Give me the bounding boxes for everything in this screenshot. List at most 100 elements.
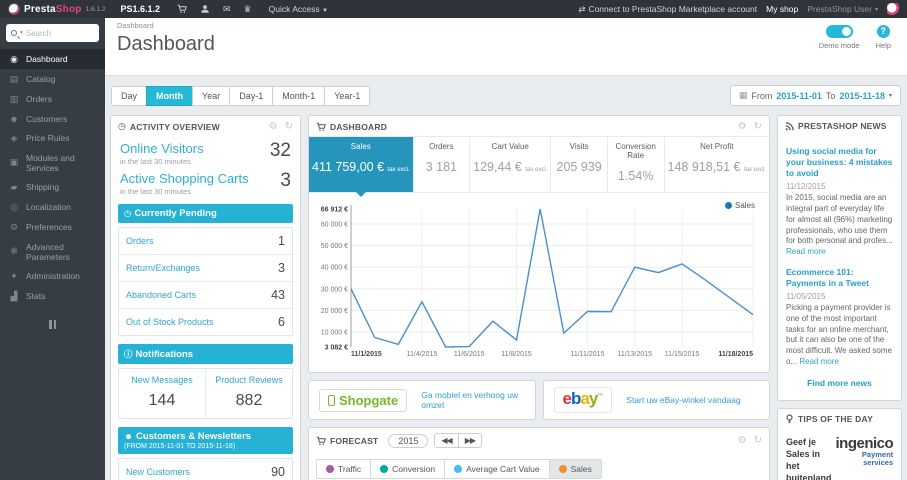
my-shop-link[interactable]: My shop [766, 4, 798, 14]
range-year-button[interactable]: Year [192, 85, 231, 106]
kpi-sales[interactable]: Sales 411 759,00 € tax excl. [309, 137, 413, 197]
chart-legend[interactable]: Sales [724, 201, 755, 210]
online-visitors-link[interactable]: Online Visitors [120, 141, 204, 156]
news-panel-title: PRESTASHOP NEWS [798, 121, 887, 131]
shopgate-banner[interactable]: Shopgate Ga mobiel en verhoog uw omzet [308, 380, 536, 420]
range-day-button[interactable]: Day [111, 85, 148, 106]
localization-icon: ◎ [10, 201, 18, 212]
sales-chart: Sales 66 912 € 60 000 € 50 000 € 40 000 € 30… [309, 193, 769, 372]
news-article-date: 11/12/2015 [786, 182, 826, 192]
stats-icon: ▟ [10, 290, 18, 301]
range-day-1-button[interactable]: Day-1 [229, 85, 274, 106]
customer-icon[interactable] [200, 4, 210, 14]
settings-gear-icon[interactable]: ⚙ [738, 121, 747, 132]
range-month-1-button[interactable]: Month-1 [272, 85, 326, 106]
sidebar-item-localization[interactable]: ◎ Localization [0, 197, 105, 217]
prestashop-logo[interactable]: PrestaShop 1.6.1.2 [8, 3, 105, 15]
trophy-icon[interactable]: ♛ [244, 4, 252, 15]
help-icon[interactable]: ? [876, 25, 890, 38]
sidebar-search[interactable]: ▾ [6, 24, 99, 42]
quick-access-menu[interactable]: Quick Access ▼ [269, 4, 328, 14]
chevron-down-icon: ▼ [322, 8, 328, 14]
svg-text:11/13/2015: 11/13/2015 [618, 351, 653, 358]
shopgate-link[interactable]: Ga mobiel en verhoog uw omzet [421, 390, 524, 410]
active-carts-link[interactable]: Active Shopping Carts [120, 171, 249, 186]
range-year-1-button[interactable]: Year-1 [324, 85, 371, 106]
forecast-panel-title: FORECAST [330, 435, 379, 446]
forecast-year-selector[interactable]: 2015 [388, 433, 429, 448]
sidebar-item-price-rules[interactable]: ◈ Price Rules [0, 128, 105, 148]
marketplace-connect-link[interactable]: ⇄ Connect to PrestaShop Marketplace accou… [578, 4, 757, 15]
svg-text:11/18/2015: 11/18/2015 [718, 351, 753, 358]
kpi-conversion-rate[interactable]: Conversion Rate 1.54% [606, 137, 664, 192]
shipping-icon: ▰ [10, 181, 18, 192]
svg-text:11/4/2015: 11/4/2015 [407, 351, 438, 358]
refresh-icon[interactable]: ↻ [285, 121, 293, 132]
new-messages-link[interactable]: New Messages [121, 375, 203, 385]
sidebar-item-dashboard[interactable]: ◉ Dashboard [0, 49, 105, 69]
notifications-grid: New Messages 144 Product Reviews 882 [118, 368, 293, 419]
administration-icon: ✦ [10, 270, 18, 281]
refresh-icon[interactable]: ↻ [754, 435, 762, 446]
forecast-legend-average-cart-value[interactable]: Average Cart Value [444, 459, 550, 479]
kpi-orders[interactable]: Orders 3 181 [412, 137, 470, 192]
rewind-icon[interactable]: ◀◀ [434, 433, 459, 448]
range-month-button[interactable]: Month [146, 85, 194, 106]
active-carts-stat: Active Shopping Carts in the last 30 min… [120, 170, 291, 196]
kpi-net-profit[interactable]: Net Profit 148 918,51 € tax excl. [663, 137, 770, 192]
forward-icon[interactable]: ▶▶ [457, 433, 483, 448]
sales-line-chart: 66 912 € 60 000 € 50 000 € 40 000 € 30 000 €… [321, 205, 754, 358]
forecast-panel: FORECAST 2015 ◀◀ ▶▶ ⚙ ↻ Traffic Conversio… [308, 427, 770, 480]
forecast-legend-traffic[interactable]: Traffic [316, 459, 372, 479]
traffic-dot-icon [326, 465, 334, 473]
sidebar-item-administration[interactable]: ✦ Administration [0, 266, 105, 286]
settings-gear-icon[interactable]: ⚙ [738, 435, 747, 446]
info-icon: ⓘ [124, 349, 133, 359]
sidebar-item-customers[interactable]: ☻ Customers [0, 109, 105, 128]
notifications-header: ⓘ Notifications [118, 344, 293, 364]
refresh-icon[interactable]: ↻ [754, 121, 762, 132]
product-reviews-link[interactable]: Product Reviews [208, 375, 290, 385]
settings-gear-icon[interactable]: ⚙ [269, 121, 278, 132]
svg-text:50 000 €: 50 000 € [321, 243, 348, 250]
search-scope-caret-icon[interactable]: ▾ [20, 30, 23, 36]
sidebar-item-catalog[interactable]: ▤ Catalog [0, 69, 105, 89]
user-menu[interactable]: PrestaShop User ▾ [807, 4, 878, 14]
date-range-picker[interactable]: ▦ From 2015-11-01 To 2015-11-18 ▾ [729, 85, 901, 106]
sidebar-collapse-button[interactable] [47, 320, 59, 329]
demo-mode-toggle[interactable] [825, 25, 853, 38]
dashboard-panel-title: DASHBOARD [330, 121, 388, 132]
news-article-link[interactable]: Using social media for your business: 4 … [786, 146, 893, 179]
activity-overview-panel: ◷ ACTIVITY OVERVIEW ⚙ ↻ Online Visitors i… [110, 115, 301, 480]
sidebar-menu: ◉ Dashboard ▤ Catalog ▥ Orders ☻ Customers ◈… [0, 49, 105, 306]
forecast-legend-conversion[interactable]: Conversion [370, 459, 446, 479]
search-input[interactable] [25, 28, 94, 38]
catalog-icon: ▤ [9, 73, 19, 84]
news-article: Ecommerce 101: Payments in a Tweet 11/05… [786, 266, 893, 366]
read-more-link[interactable]: Read more [786, 247, 826, 256]
ebay-link[interactable]: Start uw eBay-winkel vandaag [626, 395, 740, 405]
kpi-cart-value[interactable]: Cart Value 129,44 € tax excl. [469, 137, 550, 192]
demo-mode-label: Demo mode [818, 41, 860, 50]
sidebar-item-preferences[interactable]: ⚙ Preferences [0, 217, 105, 237]
cart-icon [316, 122, 326, 132]
svg-text:11/1/2015: 11/1/2015 [351, 351, 382, 358]
sidebar-item-stats[interactable]: ▟ Stats [0, 286, 105, 306]
user-avatar[interactable] [887, 3, 899, 15]
messages-icon[interactable]: ✉ [223, 4, 231, 15]
search-icon [11, 30, 17, 36]
cart-icon[interactable] [177, 4, 187, 14]
active-carts-value: 3 [280, 170, 291, 191]
sidebar-item-shipping[interactable]: ▰ Shipping [0, 177, 105, 197]
sidebar-item-orders[interactable]: ▥ Orders [0, 89, 105, 109]
activity-panel-title: ACTIVITY OVERVIEW [129, 121, 220, 132]
news-article-link[interactable]: Ecommerce 101: Payments in a Tweet [786, 267, 893, 289]
forecast-legend-sales[interactable]: Sales [548, 459, 602, 479]
find-more-news-link[interactable]: Find more news [786, 378, 893, 388]
date-range-toolbar: Day Month Year Day-1 Month-1 Year-1 ▦ Fr… [105, 76, 907, 108]
sidebar-item-modules[interactable]: ▣ Modules and Services [0, 148, 105, 177]
ebay-banner[interactable]: ebay™ Start uw eBay-winkel vandaag [542, 380, 770, 420]
read-more-link[interactable]: Read more [799, 357, 839, 366]
kpi-visits[interactable]: Visits 205 939 [550, 137, 607, 192]
sidebar-item-advanced-parameters[interactable]: ✻ Advanced Parameters [0, 237, 105, 266]
